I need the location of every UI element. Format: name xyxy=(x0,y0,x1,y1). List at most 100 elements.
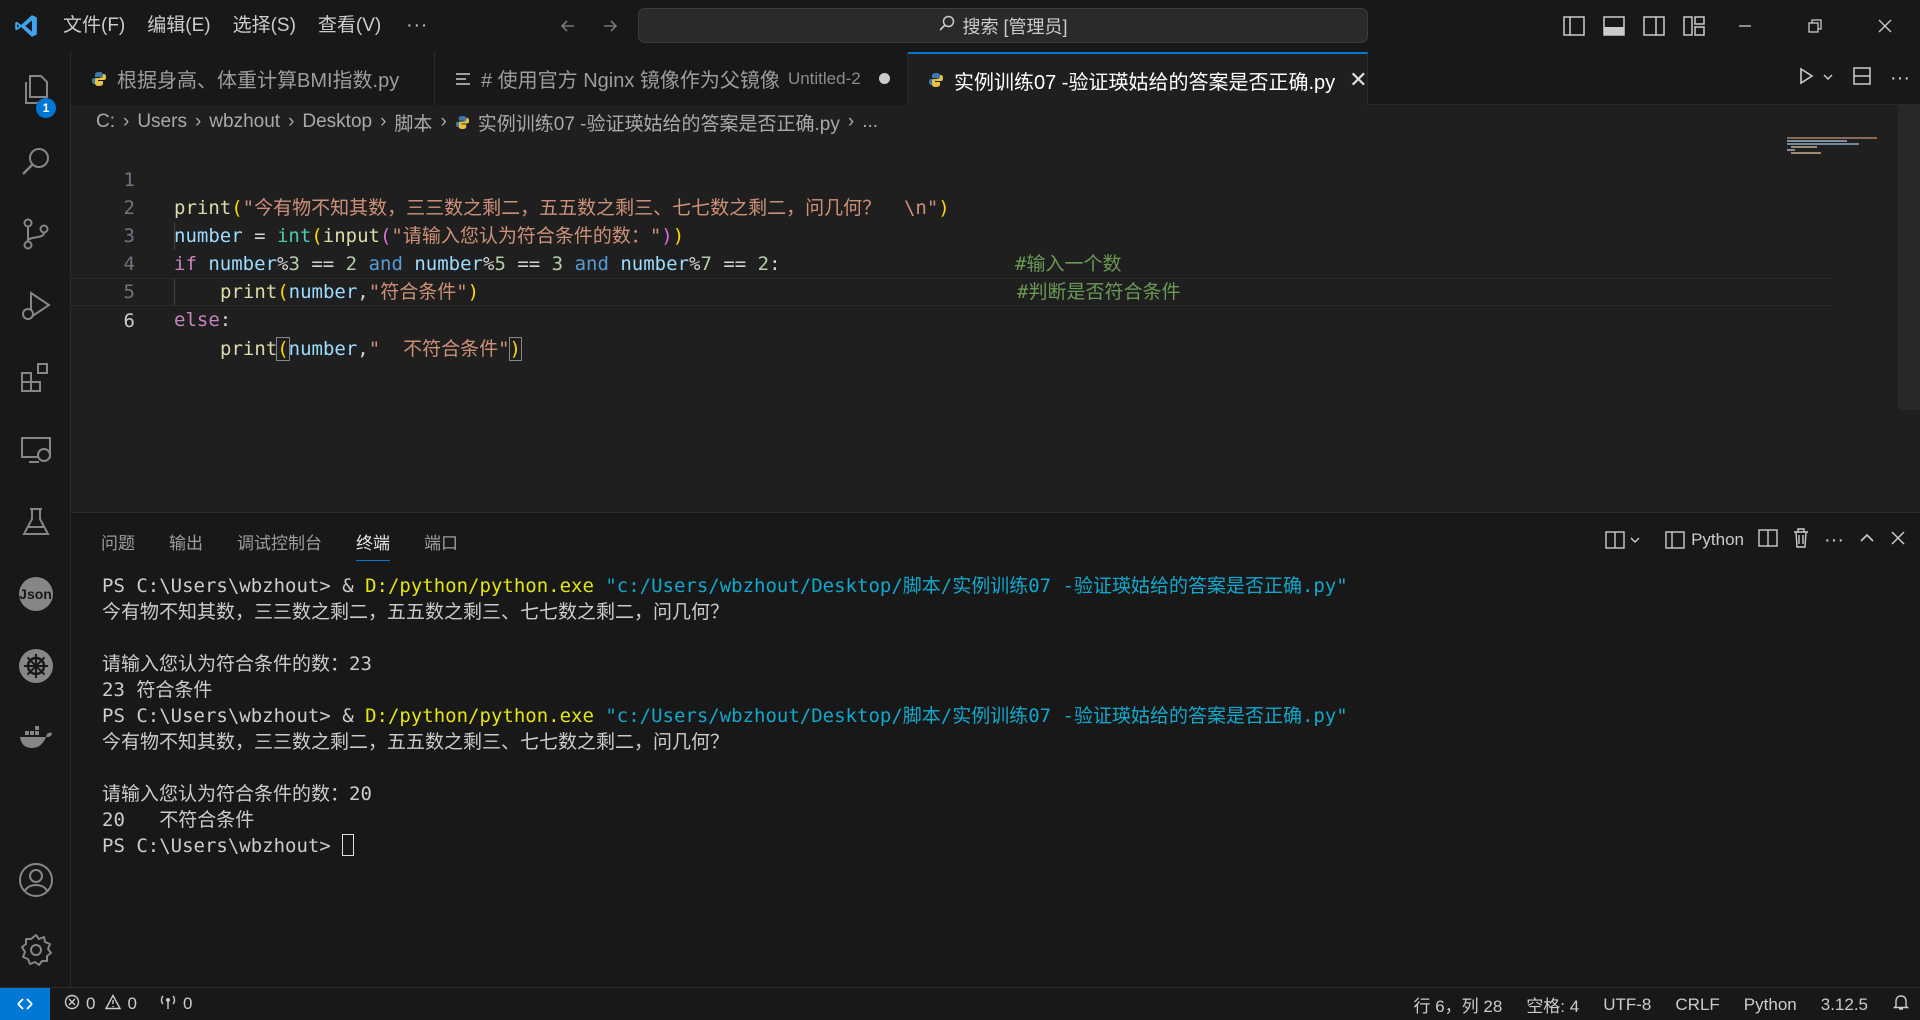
tab-output[interactable]: 输出 xyxy=(169,529,203,561)
terminal-profile[interactable]: Python xyxy=(1665,530,1744,550)
panel-tabs: 问题 输出 调试控制台 终端 端口 xyxy=(101,529,458,561)
terminal-line: 20 不符合条件 xyxy=(102,809,255,831)
broadcast-icon xyxy=(159,994,177,1015)
menu-file[interactable]: 文件(F) xyxy=(52,9,136,43)
explorer-icon[interactable]: 1 xyxy=(0,58,71,122)
python-file-icon xyxy=(455,115,470,130)
status-right: 行 6，列 28 空格: 4 UTF-8 CRLF Python 3.12.5 xyxy=(1414,988,1911,1020)
cursor-position[interactable]: 行 6，列 28 xyxy=(1414,992,1503,1017)
terminal-output[interactable]: PS C:\Users\wbzhout> & D:/python/python.… xyxy=(102,573,1348,859)
breadcrumb-user[interactable]: wbzhout xyxy=(209,111,280,133)
close-window-icon[interactable] xyxy=(1850,0,1920,52)
layout-controls xyxy=(1560,12,1708,40)
code-line-5: 5 else: xyxy=(71,250,1831,331)
problems-indicator[interactable]: 0 0 xyxy=(64,993,137,1015)
run-and-debug-icon[interactable] xyxy=(0,274,71,338)
toggle-primary-sidebar-icon[interactable] xyxy=(1560,12,1588,40)
tab-label: 实例训练07 -验证瑛姑给的答案是否正确.py xyxy=(954,71,1336,94)
notifications-bell-icon[interactable] xyxy=(1892,993,1910,1016)
source-control-icon[interactable] xyxy=(0,202,71,266)
breadcrumb-drive[interactable]: C: xyxy=(96,111,115,133)
tab-debug-console[interactable]: 调试控制台 xyxy=(237,529,322,561)
editor-scrollbar[interactable] xyxy=(1898,105,1920,410)
code-line-2: 2 number = int(input("请输入您认为符合条件的数：")) #… xyxy=(71,166,1831,275)
ports-indicator[interactable]: 0 xyxy=(159,994,192,1015)
more-actions-icon[interactable]: ··· xyxy=(1890,67,1910,90)
toggle-secondary-sidebar-icon[interactable] xyxy=(1640,12,1668,40)
docker-icon[interactable] xyxy=(0,706,71,770)
end-of-line[interactable]: CRLF xyxy=(1675,995,1719,1015)
indentation[interactable]: 空格: 4 xyxy=(1526,992,1579,1017)
run-python-icon[interactable] xyxy=(1796,66,1816,91)
run-options-chevron-icon[interactable] xyxy=(1822,70,1834,88)
terminal-cursor xyxy=(342,834,355,856)
terminal-profile-label: Python xyxy=(1691,530,1745,549)
menu-view[interactable]: 查看(V) xyxy=(307,9,392,43)
editor-tab-bar: 根据身高、体重计算BMI指数.py # 使用官方 Nginx 镜像作为父镜像 U… xyxy=(71,52,1920,106)
command-center-search[interactable]: 搜索 [管理员] xyxy=(638,8,1368,43)
extensions-icon[interactable] xyxy=(0,346,71,410)
warning-count: 0 xyxy=(127,994,137,1013)
maximize-panel-chevron-up-icon[interactable] xyxy=(1858,529,1876,552)
tab-label: # 使用官方 Nginx 镜像作为父镜像 xyxy=(481,70,780,92)
search-text: 搜索 [管理员] xyxy=(962,16,1068,37)
chevron-right-icon: › xyxy=(440,111,447,132)
split-editor-icon[interactable] xyxy=(1852,66,1872,91)
code-editor[interactable]: 1 print("今有物不知其数，三三数之剩二，五五数之剩三、七七数之剩二，问几… xyxy=(71,138,1920,510)
remote-explorer-icon[interactable] xyxy=(0,418,71,482)
python-interpreter-version[interactable]: 3.12.5 xyxy=(1821,995,1868,1015)
tab-label: 根据身高、体重计算BMI指数.py xyxy=(117,70,400,92)
bottom-panel: 问题 输出 调试控制台 终端 端口 Python ··· PS C:\Users… xyxy=(71,512,1920,987)
menu-selection[interactable]: 选择(S) xyxy=(222,9,307,43)
kubernetes-icon[interactable] xyxy=(0,634,71,698)
accounts-icon[interactable] xyxy=(0,848,71,912)
breadcrumb-folder[interactable]: 脚本 xyxy=(394,109,432,136)
breadcrumb-desktop[interactable]: Desktop xyxy=(302,111,372,133)
menu-edit[interactable]: 编辑(E) xyxy=(136,9,221,43)
back-arrow-icon[interactable] xyxy=(555,12,581,40)
tab-untitled-2[interactable]: # 使用官方 Nginx 镜像作为父镜像 Untitled-2 xyxy=(435,52,908,105)
search-view-icon[interactable] xyxy=(0,130,71,194)
tab-ports[interactable]: 端口 xyxy=(424,529,458,561)
settings-gear-icon[interactable] xyxy=(0,918,71,982)
toggle-panel-icon[interactable] xyxy=(1600,12,1628,40)
search-icon xyxy=(938,14,956,37)
breadcrumb-users[interactable]: Users xyxy=(137,111,187,133)
text-lines-icon xyxy=(455,72,471,86)
title-bar: 文件(F) 编辑(E) 选择(S) 查看(V) ··· 搜索 [管理员] xyxy=(0,0,1920,52)
trash-icon[interactable] xyxy=(1792,527,1810,553)
close-panel-icon[interactable] xyxy=(1890,530,1906,551)
menu-more-button[interactable]: ··· xyxy=(392,15,442,37)
json-label: Json xyxy=(19,586,52,602)
new-terminal-split-icon[interactable] xyxy=(1605,531,1641,549)
language-mode[interactable]: Python xyxy=(1744,995,1797,1015)
terminal-prompt-line: PS C:\Users\wbzhout> xyxy=(102,833,1348,859)
unsaved-dot-icon[interactable] xyxy=(878,73,890,84)
breadcrumb-symbols[interactable]: ... xyxy=(862,111,878,133)
tab-active-file[interactable]: 实例训练07 -验证瑛姑给的答案是否正确.py ✕ xyxy=(908,52,1368,106)
terminal-line: PS C:\Users\wbzhout> & D:/python/python.… xyxy=(102,575,1348,597)
terminal-line: 今有物不知其数，三三数之剩二，五五数之剩三、七七数之剩二，问几何？ xyxy=(102,731,730,753)
restore-icon[interactable] xyxy=(1780,0,1850,52)
customize-layout-icon[interactable] xyxy=(1680,12,1708,40)
split-terminal-icon[interactable] xyxy=(1758,528,1778,552)
tab-terminal[interactable]: 终端 xyxy=(356,529,390,561)
panel-actions: Python ··· xyxy=(1605,525,1906,555)
encoding[interactable]: UTF-8 xyxy=(1603,995,1651,1015)
forward-arrow-icon[interactable] xyxy=(597,12,623,40)
minimap[interactable] xyxy=(1787,136,1887,156)
tab-bmi-file[interactable]: 根据身高、体重计算BMI指数.py xyxy=(71,52,435,105)
testing-flask-icon[interactable] xyxy=(0,490,71,554)
minimize-icon[interactable] xyxy=(1710,0,1780,52)
breadcrumb-file[interactable]: 实例训练07 -验证瑛姑给的答案是否正确.py xyxy=(478,109,840,136)
close-tab-icon[interactable]: ✕ xyxy=(1349,67,1367,93)
warning-icon xyxy=(105,993,122,1015)
tab-problems[interactable]: 问题 xyxy=(101,529,135,561)
chevron-right-icon: › xyxy=(380,111,387,132)
line-number: 6 xyxy=(123,310,135,332)
menu-bar: 文件(F) 编辑(E) 选择(S) 查看(V) ··· xyxy=(52,0,442,52)
json-extension-icon[interactable]: Json xyxy=(0,562,71,626)
more-actions-icon[interactable]: ··· xyxy=(1824,529,1844,552)
remote-indicator-icon[interactable] xyxy=(0,987,50,1020)
ports-count: 0 xyxy=(182,994,193,1013)
